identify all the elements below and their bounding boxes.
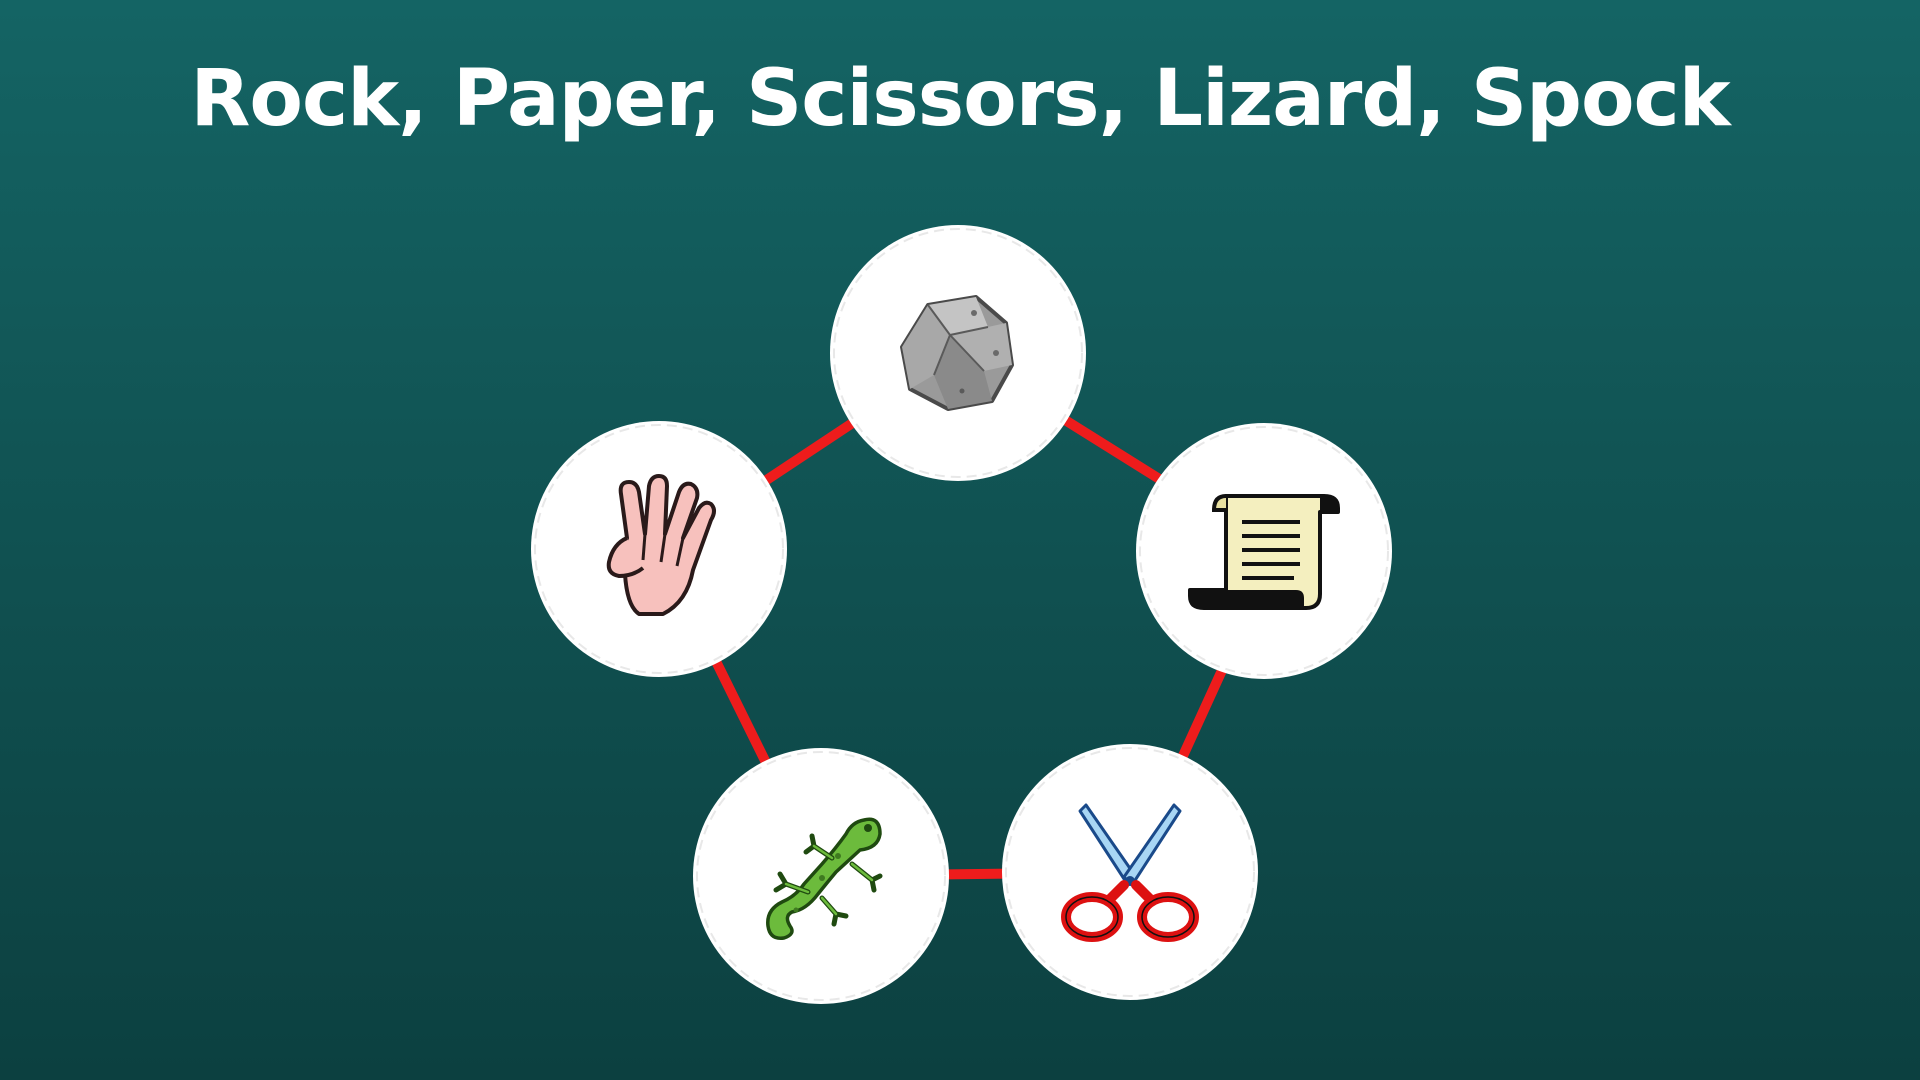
choice-paper[interactable] xyxy=(1134,421,1394,681)
choice-spock[interactable] xyxy=(529,419,789,679)
scissors-icon xyxy=(1061,803,1199,942)
vulcan-salute-icon xyxy=(606,474,716,616)
paper-scroll-icon xyxy=(1188,494,1340,610)
pentagon-connections xyxy=(656,348,1281,881)
choice-lizard[interactable] xyxy=(691,746,951,1006)
choice-rock[interactable] xyxy=(828,223,1088,483)
rock-icon xyxy=(900,295,1014,411)
lizard-icon xyxy=(766,817,883,940)
choice-scissors[interactable] xyxy=(1000,742,1260,1002)
